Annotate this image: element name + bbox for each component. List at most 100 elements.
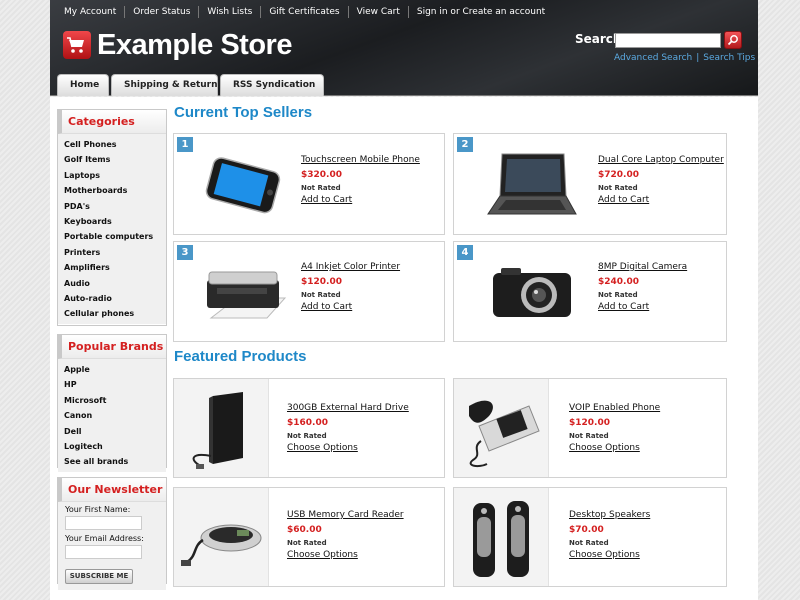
search-tips-link[interactable]: Search Tips bbox=[703, 53, 755, 63]
brands-list: Apple HP Microsoft Canon Dell Logitech S… bbox=[58, 359, 166, 472]
brand-dell[interactable]: Dell bbox=[64, 424, 166, 439]
category-golf-items[interactable]: Golf Items bbox=[64, 152, 166, 167]
search-input[interactable] bbox=[615, 33, 721, 48]
featured-product-card: 300GB External Hard Drive $160.00 Not Ra… bbox=[173, 378, 445, 478]
category-laptops[interactable]: Laptops bbox=[64, 168, 166, 183]
category-auto-radio[interactable]: Auto-radio bbox=[64, 291, 166, 306]
add-to-cart-link[interactable]: Add to Cart bbox=[301, 302, 352, 312]
product-name-link[interactable]: Touchscreen Mobile Phone bbox=[301, 155, 420, 165]
choose-options-link[interactable]: Choose Options bbox=[287, 443, 358, 453]
top-sellers-title: Current Top Sellers bbox=[174, 104, 313, 121]
card-reader-image[interactable] bbox=[174, 488, 269, 586]
product-price: $120.00 bbox=[301, 277, 342, 287]
category-audio[interactable]: Audio bbox=[64, 276, 166, 291]
brand-canon[interactable]: Canon bbox=[64, 408, 166, 423]
product-name-link[interactable]: 300GB External Hard Drive bbox=[287, 403, 409, 413]
choose-options-link[interactable]: Choose Options bbox=[287, 550, 358, 560]
laptop-image[interactable] bbox=[479, 142, 584, 228]
camera-image[interactable] bbox=[482, 250, 582, 336]
newsletter-box: Our Newsletter Your First Name: Your Ema… bbox=[57, 477, 167, 590]
rank-badge: 3 bbox=[177, 245, 193, 260]
search-icon bbox=[727, 35, 738, 46]
tab-rss-syndication[interactable]: RSS Syndication bbox=[220, 74, 324, 96]
store-name[interactable]: Example Store bbox=[97, 29, 292, 62]
product-name-link[interactable]: VOIP Enabled Phone bbox=[569, 403, 660, 413]
product-name-link[interactable]: Desktop Speakers bbox=[569, 510, 650, 520]
choose-options-link[interactable]: Choose Options bbox=[569, 550, 640, 560]
product-rating: Not Rated bbox=[301, 184, 341, 192]
product-name-link[interactable]: 8MP Digital Camera bbox=[598, 262, 687, 272]
speakers-image[interactable] bbox=[454, 488, 549, 586]
brands-box: Popular Brands Apple HP Microsoft Canon … bbox=[57, 334, 167, 472]
search-links-separator: | bbox=[696, 53, 700, 63]
top-links: My Account Order Status Wish Lists Gift … bbox=[56, 6, 553, 18]
advanced-search-link[interactable]: Advanced Search bbox=[614, 53, 692, 63]
top-seller-card: 2 Dual Core Laptop Computer $720.00 Not … bbox=[453, 133, 727, 235]
brand-microsoft[interactable]: Microsoft bbox=[64, 393, 166, 408]
category-printers[interactable]: Printers bbox=[64, 245, 166, 260]
order-status-link[interactable]: Order Status bbox=[124, 6, 198, 18]
brands-title: Popular Brands bbox=[58, 335, 166, 359]
product-price: $160.00 bbox=[287, 418, 328, 428]
product-rating: Not Rated bbox=[598, 184, 638, 192]
product-price: $720.00 bbox=[598, 170, 639, 180]
first-name-label: Your First Name: bbox=[65, 505, 131, 514]
choose-options-link[interactable]: Choose Options bbox=[569, 443, 640, 453]
top-seller-card: 3 A4 Inkjet Color Printer $120.00 Not Ra… bbox=[173, 241, 445, 342]
product-rating: Not Rated bbox=[598, 291, 638, 299]
site-header: My Account Order Status Wish Lists Gift … bbox=[50, 0, 758, 96]
featured-products-title: Featured Products bbox=[174, 348, 307, 365]
search-links: Advanced Search | Search Tips bbox=[614, 53, 755, 63]
category-keyboards[interactable]: Keyboards bbox=[64, 214, 166, 229]
printer-image[interactable] bbox=[194, 250, 294, 336]
product-rating: Not Rated bbox=[287, 539, 327, 547]
product-rating: Not Rated bbox=[569, 539, 609, 547]
product-name-link[interactable]: Dual Core Laptop Computer bbox=[598, 155, 724, 165]
add-to-cart-link[interactable]: Add to Cart bbox=[598, 302, 649, 312]
product-price: $240.00 bbox=[598, 277, 639, 287]
sign-in-link[interactable]: Sign in or Create an account bbox=[407, 6, 553, 18]
rank-badge: 4 bbox=[457, 245, 473, 260]
subscribe-button[interactable]: SUBSCRIBE ME bbox=[65, 569, 133, 584]
featured-product-card: USB Memory Card Reader $60.00 Not Rated … bbox=[173, 487, 445, 587]
email-label: Your Email Address: bbox=[65, 534, 144, 543]
category-cellular-phones[interactable]: Cellular phones bbox=[64, 306, 166, 321]
voip-phone-image[interactable] bbox=[454, 379, 549, 477]
see-all-brands-link[interactable]: See all brands bbox=[64, 454, 166, 469]
category-amplifiers[interactable]: Amplifiers bbox=[64, 260, 166, 275]
phone-image[interactable] bbox=[194, 142, 289, 228]
gift-certificates-link[interactable]: Gift Certificates bbox=[260, 6, 347, 18]
tab-shipping-returns[interactable]: Shipping & Returns bbox=[111, 74, 223, 96]
categories-list: Cell Phones Golf Items Laptops Motherboa… bbox=[58, 134, 166, 324]
top-seller-card: 1 Touchscreen Mobile Phone $320.00 Not R… bbox=[173, 133, 445, 235]
brand-logitech[interactable]: Logitech bbox=[64, 439, 166, 454]
category-cell-phones[interactable]: Cell Phones bbox=[64, 137, 166, 152]
product-name-link[interactable]: USB Memory Card Reader bbox=[287, 510, 404, 520]
view-cart-link[interactable]: View Cart bbox=[347, 6, 408, 18]
add-to-cart-link[interactable]: Add to Cart bbox=[301, 195, 352, 205]
rank-badge: 2 bbox=[457, 137, 473, 152]
wish-lists-link[interactable]: Wish Lists bbox=[198, 6, 260, 18]
search-button[interactable] bbox=[724, 31, 742, 49]
product-rating: Not Rated bbox=[569, 432, 609, 440]
tab-home[interactable]: Home bbox=[57, 74, 109, 96]
product-price: $120.00 bbox=[569, 418, 610, 428]
brand-apple[interactable]: Apple bbox=[64, 362, 166, 377]
featured-product-card: Desktop Speakers $70.00 Not Rated Choose… bbox=[453, 487, 727, 587]
nav-tabs: Home Shipping & Returns RSS Syndication bbox=[57, 74, 326, 96]
categories-title: Categories bbox=[58, 110, 166, 134]
first-name-field[interactable] bbox=[65, 516, 142, 530]
cart-logo-icon[interactable] bbox=[63, 31, 91, 59]
product-name-link[interactable]: A4 Inkjet Color Printer bbox=[301, 262, 400, 272]
product-rating: Not Rated bbox=[301, 291, 341, 299]
product-price: $60.00 bbox=[287, 525, 322, 535]
hard-drive-image[interactable] bbox=[174, 379, 269, 477]
add-to-cart-link[interactable]: Add to Cart bbox=[598, 195, 649, 205]
my-account-link[interactable]: My Account bbox=[56, 6, 124, 18]
rank-badge: 1 bbox=[177, 137, 193, 152]
category-pdas[interactable]: PDA's bbox=[64, 199, 166, 214]
category-motherboards[interactable]: Motherboards bbox=[64, 183, 166, 198]
category-portable-computers[interactable]: Portable computers bbox=[64, 229, 166, 244]
email-field[interactable] bbox=[65, 545, 142, 559]
brand-hp[interactable]: HP bbox=[64, 377, 166, 392]
